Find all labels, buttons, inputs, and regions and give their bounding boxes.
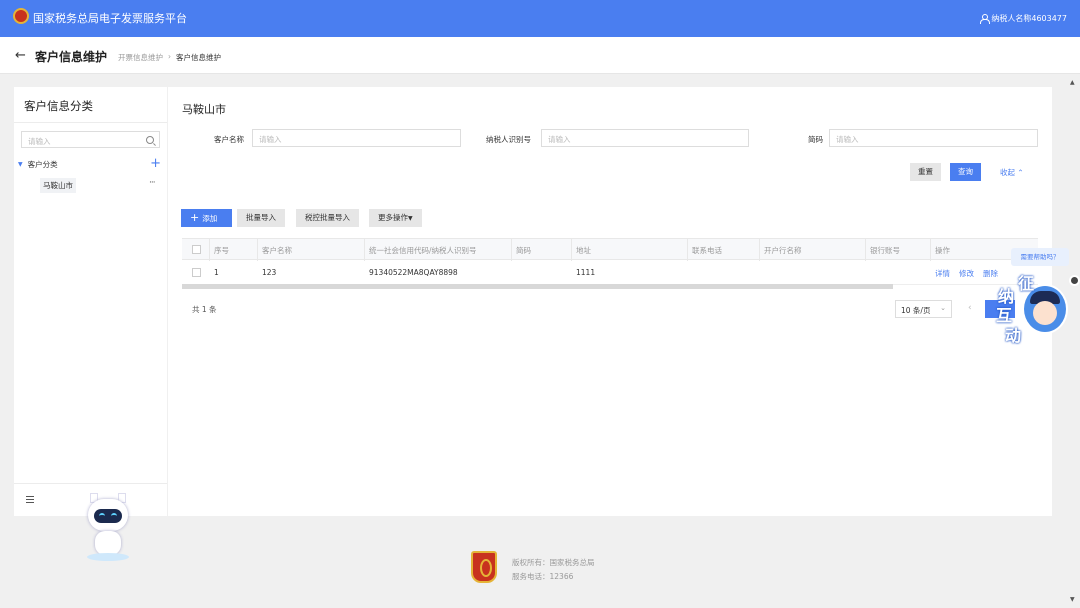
page-title: 客户信息维护 bbox=[35, 50, 108, 64]
tree-node-root[interactable]: ▼ 客户分类 + bbox=[18, 156, 163, 171]
add-button-label: 添加 bbox=[202, 214, 218, 223]
top-bar: 国家税务总局电子发票服务平台 纳税人名称4603477 bbox=[0, 0, 1080, 37]
robot-assistant-icon[interactable] bbox=[84, 491, 130, 563]
tree-node-root-label: 客户分类 bbox=[27, 160, 58, 169]
customer-name-label: 客户名称 bbox=[214, 135, 244, 144]
more-actions-label: 更多操作 bbox=[378, 213, 408, 222]
category-sidebar: 客户信息分类 请输入 ▼ 客户分类 + 马鞍山市 ··· bbox=[14, 87, 167, 516]
taxpayer-id-label: 纳税人识别号 bbox=[486, 135, 531, 144]
cell-name: 123 bbox=[262, 268, 277, 277]
widget-char-1: 征 bbox=[1018, 274, 1035, 293]
reset-button[interactable]: 重置 bbox=[910, 163, 941, 181]
prev-page-icon[interactable]: ‹ bbox=[968, 303, 972, 313]
caret-down-icon: ▼ bbox=[408, 215, 413, 222]
taxpayer-id-input[interactable]: 请输入 bbox=[541, 129, 749, 147]
th-name: 客户名称 bbox=[262, 246, 292, 255]
th-code: 统一社会信用代码/纳税人识别号 bbox=[369, 246, 477, 255]
user-menu[interactable]: 纳税人名称4603477 bbox=[980, 13, 1067, 24]
scroll-up-icon[interactable]: ▲ bbox=[1070, 79, 1078, 87]
sidebar-search-placeholder: 请输入 bbox=[28, 137, 51, 146]
table-row: 1 123 91340522MA8QAY8898 1111 详情 修改 删除 bbox=[182, 261, 1038, 285]
breadcrumb-separator-icon: › bbox=[168, 52, 171, 61]
sidebar-search-input[interactable]: 请输入 bbox=[21, 131, 160, 148]
sidebar-title: 客户信息分类 bbox=[24, 99, 93, 113]
caret-down-icon[interactable]: ▼ bbox=[18, 161, 23, 168]
th-ops: 操作 bbox=[935, 246, 950, 255]
region-title: 马鞍山市 bbox=[182, 103, 226, 116]
th-index: 序号 bbox=[214, 246, 229, 255]
edit-link[interactable]: 修改 bbox=[959, 269, 974, 278]
main-content: 马鞍山市 客户名称 请输入 纳税人识别号 请输入 简码 请输入 重置 查询 收起… bbox=[168, 87, 1052, 516]
footer-copyright: 版权所有：国家税务总局 bbox=[512, 558, 595, 567]
th-address: 地址 bbox=[576, 246, 591, 255]
query-button[interactable]: 查询 bbox=[950, 163, 981, 181]
row-checkbox[interactable] bbox=[192, 268, 201, 277]
sidebar-divider bbox=[14, 122, 167, 123]
chevron-up-icon: ⌃ bbox=[1017, 168, 1024, 177]
search-icon[interactable] bbox=[146, 136, 154, 144]
table-header: 序号 客户名称 统一社会信用代码/纳税人识别号 简码 地址 联系电话 开户行名称… bbox=[182, 238, 1038, 261]
more-actions-button[interactable]: 更多操作▼ bbox=[369, 209, 422, 227]
total-count: 共 1 条 bbox=[192, 305, 217, 314]
th-phone: 联系电话 bbox=[692, 246, 722, 255]
page-header: ← 客户信息维护 开票信息维护 › 客户信息维护 bbox=[0, 37, 1080, 74]
officer-face bbox=[1033, 301, 1057, 325]
abbr-label: 简码 bbox=[808, 135, 823, 144]
tree-node-child[interactable]: 马鞍山市 bbox=[40, 178, 76, 193]
collapse-menu-icon[interactable] bbox=[26, 496, 34, 503]
select-all-checkbox[interactable] bbox=[192, 245, 201, 254]
customer-name-input[interactable]: 请输入 bbox=[252, 129, 461, 147]
plus-icon: + bbox=[190, 211, 200, 224]
chevron-down-icon: ⌄ bbox=[940, 304, 946, 312]
batch-import-button[interactable]: 批量导入 bbox=[237, 209, 285, 227]
breadcrumb-item-parent[interactable]: 开票信息维护 bbox=[118, 52, 163, 63]
user-icon bbox=[980, 14, 991, 24]
collapse-label: 收起 bbox=[1000, 168, 1015, 177]
sidebar-bottom-divider bbox=[14, 483, 167, 484]
scroll-down-icon[interactable]: ▼ bbox=[1070, 596, 1078, 604]
th-account: 银行账号 bbox=[870, 246, 900, 255]
footer-hotline: 服务电话：12366 bbox=[512, 572, 574, 581]
cell-code: 91340522MA8QAY8898 bbox=[369, 268, 458, 277]
page-size-value: 10 条/页 bbox=[901, 306, 931, 315]
add-button[interactable]: + 添加 bbox=[181, 209, 232, 227]
tax-emblem-icon bbox=[13, 8, 29, 24]
th-bank: 开户行名称 bbox=[764, 246, 802, 255]
app-title: 国家税务总局电子发票服务平台 bbox=[33, 12, 187, 25]
tax-emblem-icon bbox=[471, 551, 497, 583]
taxctrl-import-button[interactable]: 税控批量导入 bbox=[296, 209, 359, 227]
collapse-link[interactable]: 收起 ⌃ bbox=[1000, 167, 1024, 178]
help-bubble[interactable]: 需要帮助吗？ bbox=[1011, 248, 1069, 266]
abbr-input[interactable]: 请输入 bbox=[829, 129, 1038, 147]
page-size-select[interactable]: 10 条/页 ⌄ bbox=[895, 300, 952, 318]
widget-char-3: 互 bbox=[996, 306, 1013, 325]
user-name: 纳税人名称4603477 bbox=[991, 14, 1067, 23]
breadcrumb: 开票信息维护 › 客户信息维护 bbox=[118, 52, 221, 63]
widget-char-4: 动 bbox=[1005, 326, 1022, 345]
breadcrumb-item-current: 客户信息维护 bbox=[176, 53, 221, 62]
add-category-icon[interactable]: + bbox=[150, 156, 161, 171]
detail-link[interactable]: 详情 bbox=[935, 269, 950, 278]
side-toggle-handle[interactable] bbox=[1069, 275, 1080, 286]
tax-interaction-widget[interactable]: 征 纳 互 动 bbox=[996, 270, 1070, 345]
cell-index: 1 bbox=[214, 268, 219, 277]
cell-address: 1111 bbox=[576, 268, 596, 277]
more-dots-icon[interactable]: ··· bbox=[149, 178, 156, 188]
th-abbr: 简码 bbox=[516, 246, 531, 255]
back-arrow-icon[interactable]: ← bbox=[15, 48, 26, 63]
horizontal-scrollbar[interactable] bbox=[182, 284, 893, 289]
